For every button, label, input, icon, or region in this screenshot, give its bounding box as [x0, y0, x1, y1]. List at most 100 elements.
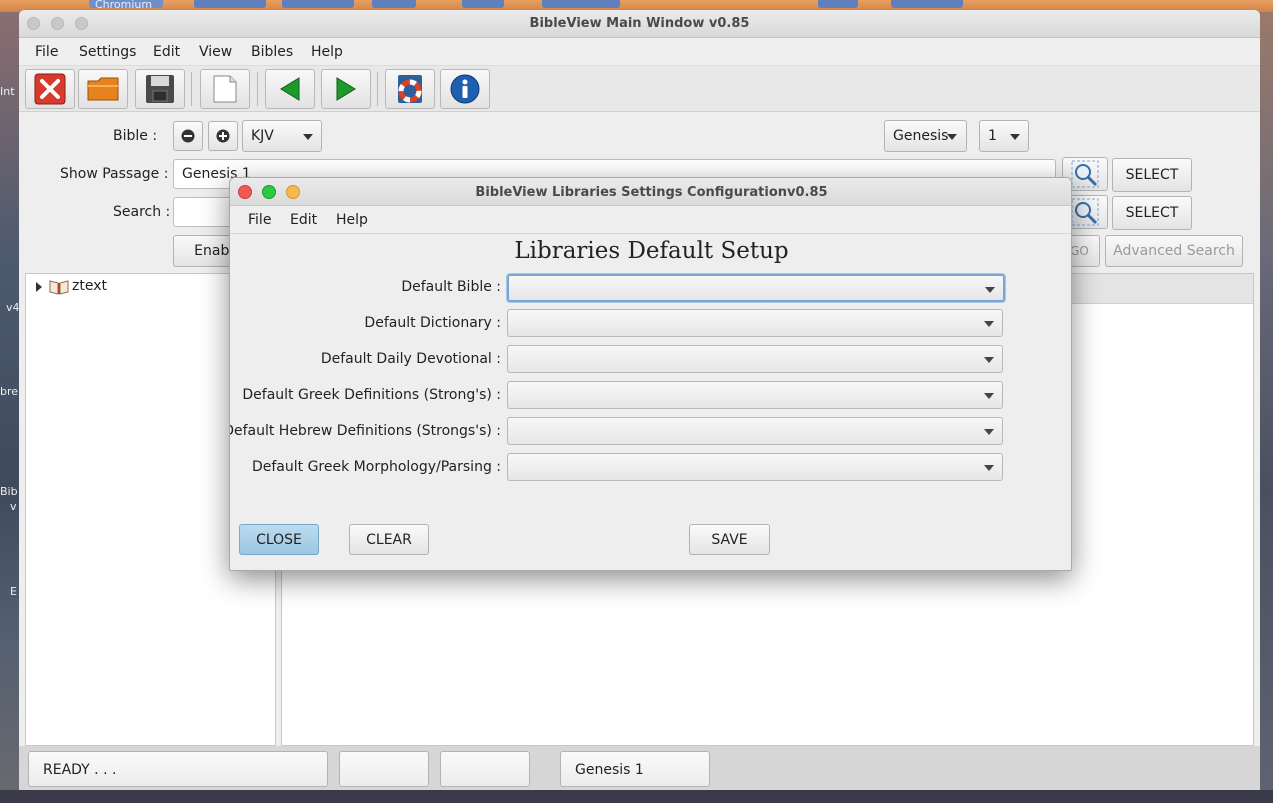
close-button[interactable]: CLOSE [239, 524, 319, 555]
chapter-select[interactable]: 1 [979, 120, 1029, 152]
default-greek-definitions-select[interactable] [507, 381, 1003, 409]
default-hebrew-definitions-select[interactable] [507, 417, 1003, 445]
menu-view[interactable]: View [199, 44, 232, 60]
dialog-titlebar[interactable]: BibleView Libraries Settings Configurati… [230, 178, 1071, 206]
open-folder-icon [87, 77, 119, 101]
menu-edit[interactable]: Edit [153, 44, 180, 60]
desktop-chromium-tab[interactable]: Chromium [89, 0, 163, 11]
default-dictionary-select[interactable] [507, 309, 1003, 337]
toolbar-separator [191, 72, 192, 106]
magnifier-icon [1071, 198, 1099, 226]
desktop-panel-tab [818, 0, 858, 8]
bible-version-value: KJV [251, 128, 274, 144]
advanced-search-button[interactable]: Advanced Search [1105, 235, 1243, 267]
tree-node-ztext[interactable]: ztext [72, 278, 107, 294]
chapter-value: 1 [988, 128, 997, 144]
default-bible-label: Default Bible : [401, 279, 501, 295]
magnifier-icon [1071, 160, 1099, 188]
expand-triangle-icon[interactable] [36, 282, 42, 292]
libraries-settings-dialog: BibleView Libraries Settings Configurati… [229, 177, 1072, 571]
status-ready: READY . . . [28, 751, 328, 787]
dialog-title: BibleView Libraries Settings Configurati… [475, 185, 828, 200]
main-titlebar[interactable]: BibleView Main Window v0.85 [19, 10, 1260, 38]
desktop-panel-tab [372, 0, 416, 8]
default-devotional-label: Default Daily Devotional : [320, 351, 501, 367]
bible-add-button[interactable] [208, 121, 238, 151]
default-devotional-select[interactable] [507, 345, 1003, 373]
save-disk-icon [146, 75, 174, 103]
default-hebrew-definitions-label: Default Hebrew Definitions (Strongs's) : [229, 423, 501, 439]
desktop-panel-tab [282, 0, 354, 8]
main-menubar: File Settings Edit View Bibles Help [19, 38, 1260, 66]
forward-button[interactable] [321, 69, 371, 109]
desktop-icon-label: bre [0, 385, 19, 398]
desktop-icon-label: v [10, 500, 17, 513]
close-red-x-icon [34, 73, 66, 105]
new-document-button[interactable] [200, 69, 250, 109]
desktop-bottom-edge [0, 790, 1273, 803]
chevron-down-icon [984, 393, 994, 399]
default-bible-select[interactable] [507, 274, 1005, 302]
dialog-menu-file[interactable]: File [248, 212, 271, 228]
dialog-menu-edit[interactable]: Edit [290, 212, 317, 228]
search-select-button[interactable]: SELECT [1112, 196, 1192, 230]
desktop-icon-label: Bib [0, 485, 18, 498]
save-button[interactable] [135, 69, 185, 109]
menu-help[interactable]: Help [311, 44, 343, 60]
desktop-left-edge: Int v4 bre Bib v E [0, 12, 20, 803]
main-window-title: BibleView Main Window v0.85 [529, 16, 750, 31]
desktop-icon-label: v4 [6, 301, 20, 314]
search-label: Search : [113, 204, 171, 220]
dialog-heading: Libraries Default Setup [514, 238, 789, 264]
chevron-down-icon [985, 287, 995, 293]
show-passage-label: Show Passage : [60, 166, 169, 182]
desktop-panel-tab [891, 0, 963, 8]
toolbar-separator [377, 72, 378, 106]
desktop-icon-label: Int [0, 85, 15, 98]
open-button[interactable] [78, 69, 128, 109]
about-button[interactable] [440, 69, 490, 109]
default-greek-morphology-label: Default Greek Morphology/Parsing : [251, 459, 501, 475]
dialog-menu-help[interactable]: Help [336, 212, 368, 228]
info-icon [450, 74, 480, 104]
status-box [440, 751, 530, 787]
book-select[interactable]: Genesis [884, 120, 967, 152]
bible-version-select[interactable]: KJV [242, 120, 322, 152]
help-manual-button[interactable] [385, 69, 435, 109]
book-value: Genesis [893, 128, 949, 144]
save-settings-button[interactable]: SAVE [689, 524, 770, 555]
menu-bibles[interactable]: Bibles [251, 44, 293, 60]
bible-label: Bible : [113, 128, 158, 144]
chevron-down-icon [984, 465, 994, 471]
back-arrow-icon [280, 77, 300, 101]
chevron-down-icon [984, 357, 994, 363]
toolbar-separator [257, 72, 258, 106]
default-dictionary-label: Default Dictionary : [364, 315, 501, 331]
chevron-down-icon [984, 429, 994, 435]
menu-file[interactable]: File [35, 44, 58, 60]
desktop-icon-label: E [10, 585, 17, 598]
exit-button[interactable] [25, 69, 75, 109]
desktop-panel-tab [462, 0, 504, 8]
main-toolbar [19, 66, 1260, 112]
desktop-right-edge [1260, 12, 1273, 803]
desktop-panel-tab [542, 0, 620, 8]
chevron-down-icon [984, 321, 994, 327]
forward-arrow-icon [336, 77, 356, 101]
book-icon [49, 280, 69, 295]
new-document-icon [213, 75, 237, 103]
passage-select-button[interactable]: SELECT [1112, 158, 1192, 192]
chevron-down-icon [303, 134, 313, 140]
bible-remove-button[interactable] [173, 121, 203, 151]
status-box [339, 751, 429, 787]
back-button[interactable] [265, 69, 315, 109]
default-greek-morphology-select[interactable] [507, 453, 1003, 481]
default-greek-definitions-label: Default Greek Definitions (Strong's) : [242, 387, 501, 403]
dialog-menubar: File Edit Help [230, 206, 1071, 234]
status-bar: READY . . . Genesis 1 [19, 746, 1260, 790]
minus-circle-icon [181, 129, 195, 143]
menu-settings[interactable]: Settings [79, 44, 136, 60]
status-passage: Genesis 1 [560, 751, 710, 787]
desktop-panel-tab [194, 0, 266, 8]
clear-button[interactable]: CLEAR [349, 524, 429, 555]
